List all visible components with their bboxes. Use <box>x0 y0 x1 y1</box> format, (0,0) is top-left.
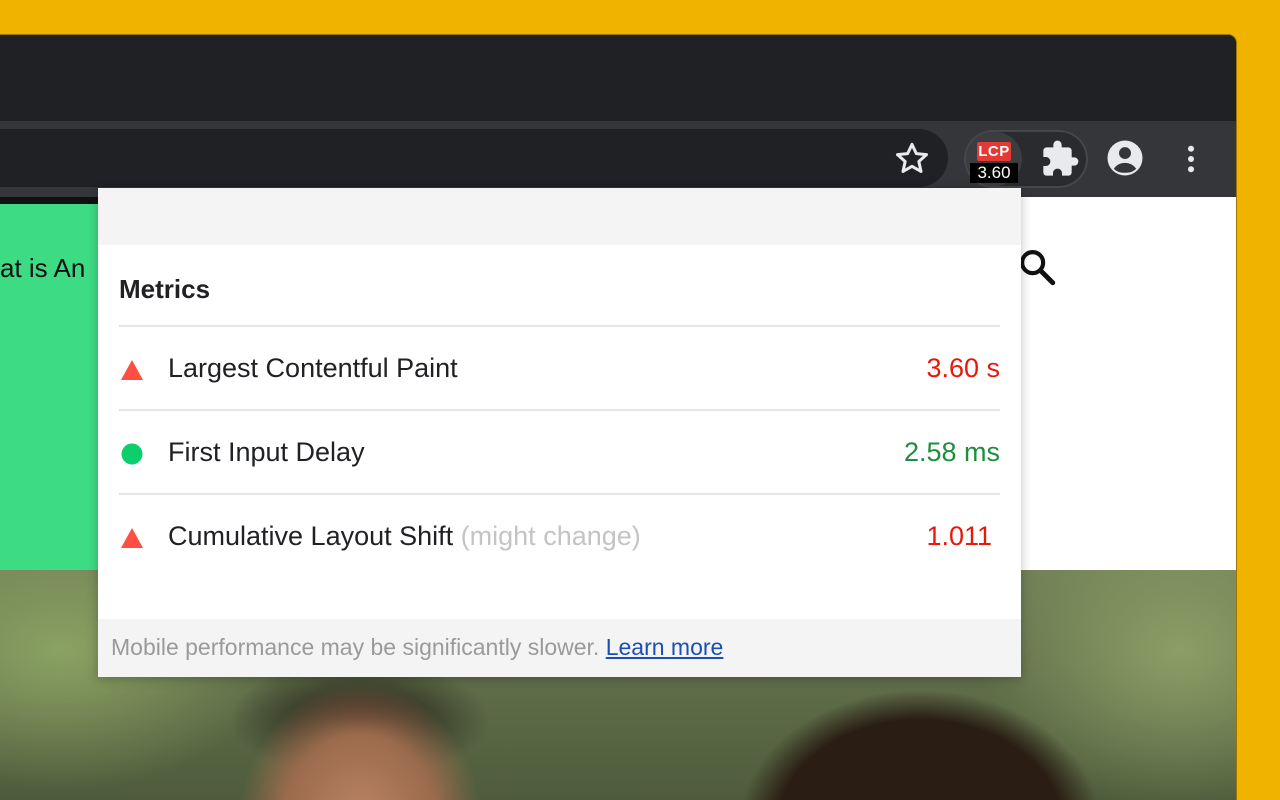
metric-value: 2.58 ms <box>903 437 1000 467</box>
address-bar[interactable] <box>0 129 948 187</box>
account-circle-icon[interactable] <box>1104 137 1146 179</box>
metric-label: First Input Delay <box>168 437 365 467</box>
lcp-badge-tag: LCP <box>977 142 1011 161</box>
browser-toolbar: LCP 3.60 <box>0 121 1236 197</box>
metric-value: 1.011 <box>926 521 992 551</box>
lcp-badge-value: 3.60 <box>970 163 1018 183</box>
page-top-bar <box>0 197 100 204</box>
circle-icon <box>121 443 143 465</box>
star-outline-icon[interactable] <box>892 139 932 179</box>
metric-note: (might change) <box>460 521 641 551</box>
puzzle-icon[interactable] <box>1040 139 1080 179</box>
metric-row-lcp: Largest Contentful Paint 3.60 s <box>119 327 1000 411</box>
metric-label: Cumulative Layout Shift (might change) <box>168 521 641 551</box>
search-icon[interactable] <box>1016 246 1058 288</box>
kebab-menu-icon[interactable] <box>1172 139 1210 179</box>
footer-text: Mobile performance may be significantly … <box>111 634 724 660</box>
learn-more-link[interactable]: Learn more <box>606 634 724 660</box>
heading-clip: at is An <box>0 204 100 304</box>
page-heading: at is An <box>0 253 86 283</box>
metric-row-fid: First Input Delay 2.58 ms <box>119 411 1000 495</box>
metrics-title: Metrics <box>119 274 211 304</box>
metric-value: 3.60 s <box>926 353 1000 383</box>
tab-strip <box>0 35 1236 121</box>
metric-row-cls: Cumulative Layout Shift (might change) 1… <box>119 495 1000 579</box>
web-vitals-popup: Metrics Largest Contentful Paint 3.60 s … <box>98 188 1021 677</box>
triangle-icon <box>121 360 143 380</box>
metric-label: Largest Contentful Paint <box>168 353 458 383</box>
popup-footer: Mobile performance may be significantly … <box>98 619 1021 677</box>
popup-header <box>98 188 1021 245</box>
triangle-icon <box>121 528 143 548</box>
